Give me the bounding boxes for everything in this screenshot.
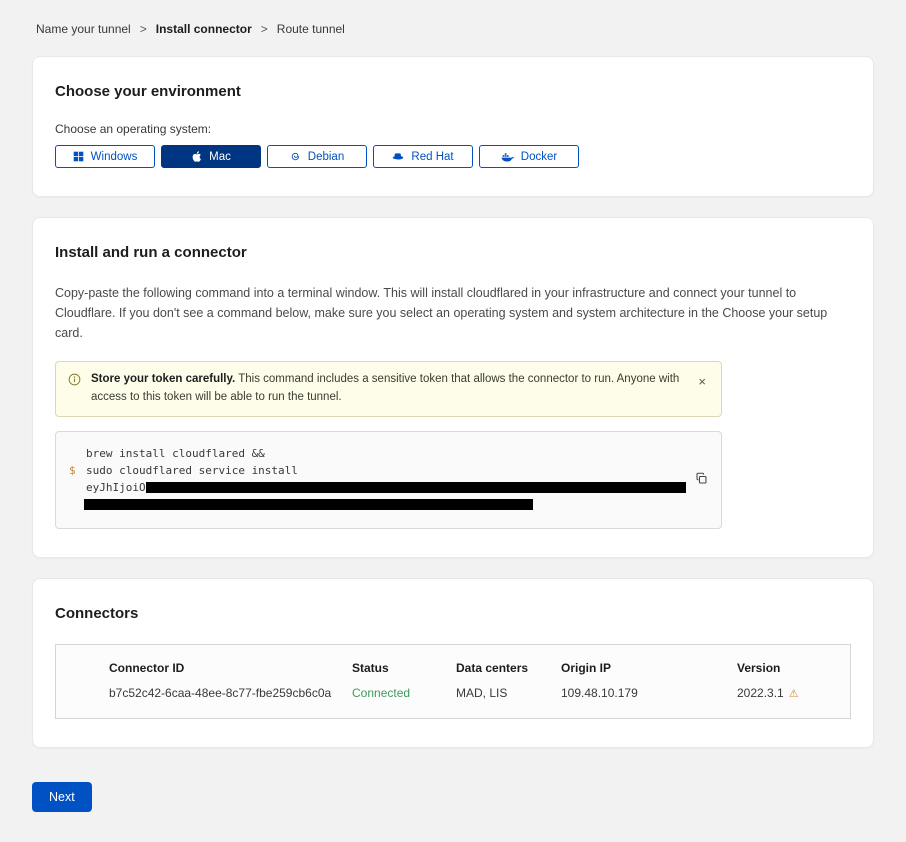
breadcrumb-step-install-connector[interactable]: Install connector — [156, 22, 252, 36]
breadcrumb-step-route-tunnel[interactable]: Route tunnel — [277, 22, 345, 36]
table-row: b7c52c42-6caa-48ee-8c77-fbe259cb6c0a Con… — [109, 686, 838, 700]
token-prefix: eyJhIjoiO — [86, 481, 146, 494]
install-command-codeblock: $ brew install cloudflared && sudo cloud… — [55, 431, 722, 529]
os-button-windows[interactable]: Windows — [55, 145, 155, 168]
breadcrumb: Name your tunnel > Install connector > R… — [0, 0, 906, 36]
command-line-2: sudo cloudflared service install — [86, 462, 677, 479]
warning-text: Store your token carefully. This command… — [91, 371, 685, 407]
windows-icon — [73, 151, 84, 162]
column-header-origin-ip: Origin IP — [561, 661, 737, 675]
next-button[interactable]: Next — [32, 782, 92, 812]
os-button-redhat[interactable]: Red Hat — [373, 145, 473, 168]
cell-data-centers: MAD, LIS — [456, 686, 561, 700]
column-header-connector-id: Connector ID — [109, 661, 352, 675]
choose-environment-card: Choose your environment Choose an operat… — [32, 56, 874, 197]
version-value: 2022.3.1 — [737, 686, 784, 700]
connectors-card-title: Connectors — [55, 605, 851, 622]
connectors-card: Connectors Connector ID Status Data cent… — [32, 578, 874, 748]
terminal-prompt: $ — [69, 462, 76, 479]
command-token-line-2 — [86, 496, 677, 513]
apple-icon — [191, 150, 202, 163]
table-header-row: Connector ID Status Data centers Origin … — [109, 661, 838, 675]
os-button-label: Red Hat — [411, 151, 453, 163]
install-connector-card: Install and run a connector Copy-paste t… — [32, 217, 874, 558]
os-button-debian[interactable]: Debian — [267, 145, 367, 168]
redacted-token-bar — [84, 499, 533, 510]
column-header-version: Version — [737, 661, 838, 675]
docker-icon — [501, 152, 514, 162]
copy-icon[interactable] — [693, 470, 710, 490]
column-header-data-centers: Data centers — [456, 661, 561, 675]
debian-icon — [290, 151, 301, 162]
os-button-mac[interactable]: Mac — [161, 145, 261, 168]
info-icon — [68, 373, 81, 391]
tunnel-setup-page: Name your tunnel > Install connector > R… — [0, 0, 906, 842]
command-token-line: eyJhIjoiO — [86, 479, 677, 496]
cell-origin-ip: 109.48.10.179 — [561, 686, 737, 700]
cell-version: 2022.3.1 ⚠ — [737, 686, 838, 700]
breadcrumb-separator: > — [261, 22, 268, 36]
breadcrumb-step-name-your-tunnel[interactable]: Name your tunnel — [36, 22, 131, 36]
os-select-label: Choose an operating system: — [55, 122, 851, 136]
connectors-table: Connector ID Status Data centers Origin … — [55, 644, 851, 719]
status-badge: Connected — [352, 686, 456, 700]
column-header-status: Status — [352, 661, 456, 675]
warning-lead: Store your token carefully. — [91, 373, 235, 385]
os-button-label: Docker — [521, 151, 557, 163]
breadcrumb-separator: > — [140, 22, 147, 36]
install-description: Copy-paste the following command into a … — [55, 283, 851, 343]
redacted-token-bar — [146, 482, 686, 493]
redhat-icon — [392, 152, 404, 162]
os-button-label: Windows — [91, 151, 138, 163]
os-button-group: Windows Mac Debian Red Hat — [55, 145, 851, 168]
close-icon[interactable]: × — [695, 373, 709, 390]
command-line-1: brew install cloudflared && — [86, 445, 677, 462]
os-button-label: Debian — [308, 151, 344, 163]
install-card-title: Install and run a connector — [55, 244, 851, 261]
cell-connector-id: b7c52c42-6caa-48ee-8c77-fbe259cb6c0a — [109, 686, 352, 700]
version-warning-icon: ⚠ — [789, 688, 799, 700]
os-button-label: Mac — [209, 151, 231, 163]
token-warning-banner: Store your token carefully. This command… — [55, 361, 722, 417]
os-button-docker[interactable]: Docker — [479, 145, 579, 168]
environment-card-title: Choose your environment — [55, 83, 851, 100]
